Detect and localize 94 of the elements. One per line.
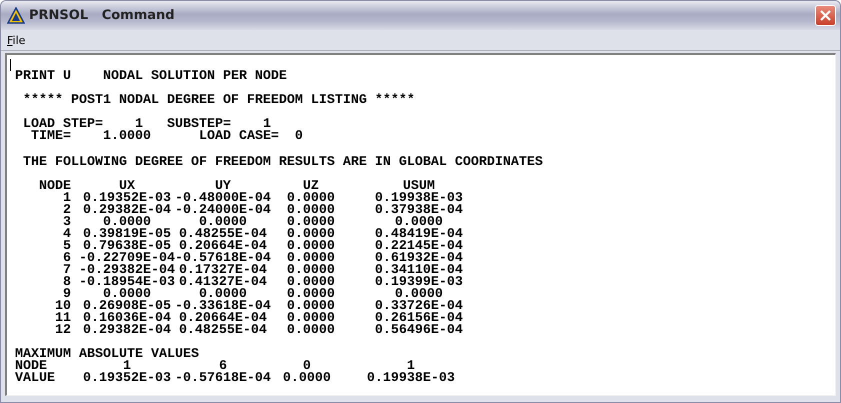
table-cell-text: 0.0000	[286, 277, 336, 289]
table-cell-text: 0.29382E-04	[82, 325, 172, 337]
table-cell: -0.22709E-04	[78, 253, 175, 265]
table-cell-text: 6	[62, 253, 71, 265]
table-cell: -0.33618E-04	[174, 301, 271, 313]
table-cell-text: 0.0000	[286, 313, 336, 325]
table-cell-text: 0.56496E-04	[374, 325, 464, 337]
table-cell-text: 0.0000	[102, 217, 151, 229]
output-value: 0	[294, 131, 303, 143]
output-line: PRINT U	[15, 71, 71, 83]
table-cell: -0.48000E-04	[174, 193, 271, 205]
table-cell-text: 2	[62, 205, 71, 217]
table-cell-text: 0.19938E-03	[374, 193, 464, 205]
table-cell-text: 0	[302, 361, 311, 373]
table-cell-text: 0.19352E-03	[82, 373, 172, 385]
table-cell-text: 0.33726E-04	[374, 301, 464, 313]
table-cell-text: 0.34110E-04	[374, 265, 464, 277]
output-label: LOAD STEP=	[22, 119, 103, 131]
table-cell: -0.57618E-04	[174, 253, 271, 265]
table-cell-text: 0.79638E-05	[82, 241, 171, 253]
table-cell-text: 0.19938E-03	[366, 373, 456, 385]
table-cell-text: 0.0000	[286, 253, 336, 265]
table-cell-text: 0.0000	[286, 217, 336, 229]
table-cell-text: 0.19352E-03	[82, 193, 172, 205]
table-cell-text: 0.39819E-05	[82, 229, 172, 241]
table-cell-text: 1	[406, 361, 415, 373]
table-cell-text: 0.0000	[282, 373, 332, 385]
window-title: PRNSOL Command	[29, 8, 176, 23]
table-cell-text: 0.22145E-04	[374, 241, 464, 253]
table-cell-text: 0.0000	[394, 289, 443, 301]
output-value: 1	[262, 119, 271, 131]
table-cell-text: 0.48255E-04	[178, 325, 268, 337]
table-cell-text: 1	[62, 193, 71, 205]
close-button[interactable]	[815, 5, 836, 26]
table-cell-text: 11	[54, 313, 71, 325]
table-cell: -0.57618E-04	[174, 373, 271, 385]
table-cell-text: 0.0000	[394, 217, 443, 229]
app-logo-icon	[7, 7, 25, 24]
output-value: 1.0000	[102, 131, 151, 143]
table-cell-text: VALUE	[15, 373, 56, 385]
column-header: UZ	[302, 181, 319, 193]
table-cell-text: 0.48419E-04	[374, 229, 464, 241]
table-cell-text: NODE	[15, 361, 47, 373]
table-cell-text: 0.0000	[198, 217, 247, 229]
table-cell-text: 0.20664E-04	[178, 241, 267, 253]
table-cell-text: 9	[62, 289, 71, 301]
table-cell-text: 0.19399E-03	[374, 277, 464, 289]
table-cell: -0.18954E-03	[78, 277, 175, 289]
close-icon	[819, 9, 832, 22]
table-cell-text: 0.41327E-04	[178, 277, 268, 289]
table-cell-text: 6	[218, 361, 227, 373]
table-cell-text: 12	[54, 325, 71, 337]
table-cell-text: 0.48255E-04	[178, 229, 268, 241]
output-label: LOAD CASE=	[198, 131, 279, 143]
column-header: NODE	[38, 181, 71, 193]
table-cell-text: 0.26156E-04	[374, 313, 464, 325]
output-label: SUBSTEP=	[166, 119, 231, 131]
table-cell-text: 0.0000	[286, 325, 336, 337]
table-cell-text: 0.26908E-05	[82, 301, 172, 313]
table-cell-text: 10	[54, 301, 71, 313]
text-cursor	[10, 59, 11, 71]
column-header: USUM	[402, 181, 435, 193]
table-cell-text: 0.20664E-04	[178, 313, 268, 325]
table-cell-text: 0.0000	[102, 289, 151, 301]
table-cell-text: 8	[62, 277, 71, 289]
table-cell: -0.29382E-04	[78, 265, 175, 277]
output-line: NODAL SOLUTION PER NODE	[102, 71, 287, 83]
output-value: 1	[134, 119, 143, 131]
table-cell-text: 0.0000	[286, 229, 336, 241]
column-header: UY	[214, 181, 231, 193]
table-cell-text: 0.0000	[286, 193, 336, 205]
table-cell-text: 0.29382E-04	[82, 205, 172, 217]
table-cell-text: 0.0000	[198, 289, 247, 301]
output-line: ***** POST1 NODAL DEGREE OF FREEDOM LISTING *****	[22, 95, 415, 107]
table-cell-text: 0.37938E-04	[374, 205, 464, 217]
table-cell-text: 0.0000	[286, 289, 336, 301]
table-cell-text: 5	[62, 241, 71, 253]
menu-item[interactable]: File	[7, 34, 30, 46]
table-cell-text: 0.17327E-04	[178, 265, 268, 277]
table-cell-text: 0.0000	[286, 241, 336, 253]
table-cell-text: 0.0000	[286, 301, 336, 313]
output-label: TIME=	[30, 131, 71, 143]
table-cell-text: 4	[62, 229, 71, 241]
table-cell-text: 3	[62, 217, 71, 229]
table-cell-text: 0.61932E-04	[374, 253, 464, 265]
table-cell-text: 0.0000	[286, 205, 336, 217]
column-header: UX	[118, 181, 135, 193]
table-cell-text: 0.0000	[286, 265, 336, 277]
table-cell: -0.24000E-04	[174, 205, 271, 217]
output-line: MAXIMUM ABSOLUTE VALUES	[15, 349, 199, 361]
table-cell-text: 1	[122, 361, 131, 373]
table-cell-text: 7	[62, 265, 71, 277]
output-line: THE FOLLOWING DEGREE OF FREEDOM RESULTS ARE IN GLOBAL COORDINATES	[22, 157, 543, 169]
table-cell-text: 0.16036E-04	[82, 313, 172, 325]
